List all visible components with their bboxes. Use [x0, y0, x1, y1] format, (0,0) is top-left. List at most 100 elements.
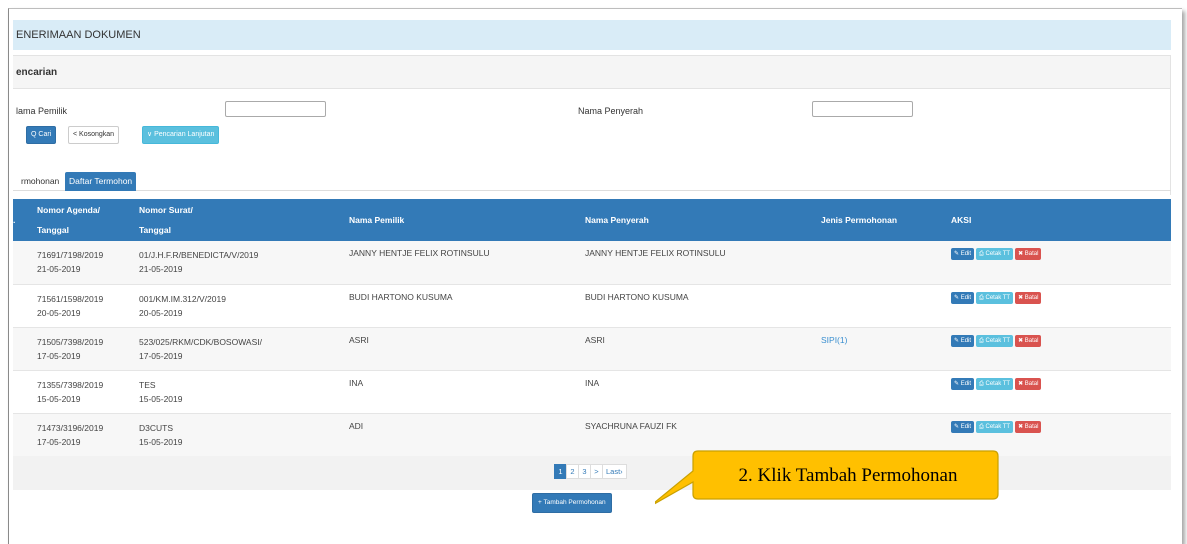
edit-button[interactable]: ✎ Edit — [951, 334, 975, 347]
agenda-cell: 71691/7198/2019 21-05-2019 — [37, 241, 139, 284]
submitter-name-label: Nama Penyerah — [578, 106, 644, 116]
edit-button[interactable]: ✎ Edit — [951, 420, 975, 433]
surat-number: D3CUTS — [139, 422, 174, 433]
callout-text: 2. Klik Tambah Permohonan — [738, 465, 958, 486]
col-header-surat: Nomor Surat/ Tanggal — [139, 199, 349, 241]
surat-number: 523/025/RKM/CDK/BOSOWASI/ — [139, 336, 262, 347]
surat-cell: 01/J.H.F.R/BENEDICTA/V/2019 21-05-2019 — [139, 241, 349, 284]
cancel-button[interactable]: ✖ Batal — [1015, 291, 1042, 304]
cancel-button[interactable]: ✖ Batal — [1015, 377, 1042, 390]
agenda-date: 21-05-2019 — [37, 264, 81, 274]
page-title: ENERIMAAN DOKUMEN — [13, 20, 1171, 50]
agenda-cell: 71473/3196/2019 17-05-2019 — [37, 413, 139, 456]
col-header-agenda-line2: Tanggal — [37, 225, 69, 235]
surat-number: 01/J.H.F.R/BENEDICTA/V/2019 — [139, 250, 259, 260]
jenis-cell — [821, 241, 951, 284]
col-header-jenis: Jenis Permohonan — [821, 215, 898, 225]
col-header-penyerah: Nama Penyerah — [585, 215, 649, 225]
tab-permohonan[interactable]: rmohonan — [17, 172, 63, 191]
table-row: 71355/7398/2019 15-05-2019 TES 15-05-2019 IN… — [13, 370, 1171, 413]
search-button[interactable]: Q Cari — [26, 126, 57, 144]
agenda-cell: 71505/7398/2019 17-05-2019 — [37, 327, 139, 370]
add-permohonan-button[interactable]: + Tambah Permohonan — [532, 493, 612, 513]
agenda-number: 71355/7398/2019 — [37, 379, 104, 390]
advanced-search-button[interactable]: ∨ Pencarian Lanjutan — [142, 126, 220, 144]
print-receipt-button[interactable]: ⎙ Cetak TT — [976, 377, 1014, 390]
table-header-row: . Nomor Agenda/ Tanggal Nomor Surat/ Tan… — [13, 199, 1171, 241]
penyerah-cell: ASRI — [585, 334, 605, 345]
agenda-date: 20-05-2019 — [37, 307, 81, 318]
owner-name-input[interactable] — [225, 101, 326, 117]
actions-cell: ✎ Edit ⎙ Cetak TT ✖ Batal — [951, 284, 1171, 327]
cancel-button[interactable]: ✖ Batal — [1015, 334, 1042, 347]
surat-date: 20-05-2019 — [139, 307, 183, 318]
search-panel-title: encarian — [13, 56, 1170, 89]
pemilik-cell: BUDI HARTONO KUSUMA — [349, 291, 453, 302]
penyerah-cell: INA — [585, 377, 600, 388]
cancel-button[interactable]: ✖ Batal — [1015, 248, 1042, 260]
surat-cell: 523/025/RKM/CDK/BOSOWASI/17-05-2019 — [139, 327, 349, 370]
surat-number: 001/KM.IM.312/V/2019 — [139, 293, 226, 304]
surat-cell: D3CUTS 15-05-2019 — [139, 413, 349, 456]
agenda-date: 17-05-2019 — [37, 436, 81, 447]
col-header-agenda: Nomor Agenda/ Tanggal — [37, 199, 139, 241]
col-header-pemilik: Nama Pemilik — [349, 215, 405, 225]
submitter-name-input[interactable] — [812, 101, 913, 117]
edit-button[interactable]: ✎ Edit — [951, 291, 975, 304]
surat-date: 15-05-2019 — [139, 393, 183, 404]
actions-cell: ✎ Edit ⎙ Cetak TT ✖ Batal — [951, 241, 1171, 284]
agenda-number: 71561/1598/2019 — [37, 293, 104, 304]
agenda-number: 71691/7198/2019 — [37, 250, 104, 260]
tab-bar: rmohonan Daftar Termohon — [13, 172, 1171, 191]
col-header-surat-line1: Nomor Surat/ — [139, 205, 193, 215]
pemilik-cell: INA — [349, 377, 364, 388]
instruction-callout: 2. Klik Tambah Permohonan — [655, 449, 1001, 507]
edit-button[interactable]: ✎ Edit — [951, 248, 975, 260]
row-no-cell — [13, 413, 37, 456]
cancel-button[interactable]: ✖ Batal — [1015, 420, 1042, 433]
print-receipt-button[interactable]: ⎙ Cetak TT — [976, 248, 1014, 260]
row-no-cell — [13, 241, 37, 284]
actions-cell: ✎ Edit ⎙ Cetak TT ✖ Batal — [951, 327, 1171, 370]
tab-daftar-termohon[interactable]: Daftar Termohon — [65, 172, 137, 191]
agenda-cell: 71355/7398/2019 15-05-2019 — [37, 370, 139, 413]
penyerah-cell: JANNY HENTJE FELIX ROTINSULU — [585, 248, 726, 258]
col-header-aksi: AKSI — [951, 215, 972, 225]
agenda-date: 15-05-2019 — [37, 393, 81, 404]
print-receipt-button[interactable]: ⎙ Cetak TT — [976, 291, 1014, 304]
actions-cell: ✎ Edit ⎙ Cetak TT ✖ Batal — [951, 370, 1171, 413]
agenda-cell: 71561/1598/2019 20-05-2019 — [37, 284, 139, 327]
row-no-cell — [13, 284, 37, 327]
table-row: 71691/7198/2019 21-05-2019 01/J.H.F.R/BENE… — [13, 241, 1171, 284]
penyerah-cell: BUDI HARTONO KUSUMA — [585, 291, 689, 302]
col-header-no: . — [13, 215, 16, 225]
surat-cell: TES 15-05-2019 — [139, 370, 349, 413]
owner-name-label: lama Pemilik — [16, 106, 68, 116]
row-no-cell — [13, 370, 37, 413]
edit-button[interactable]: ✎ Edit — [951, 377, 975, 390]
clear-button[interactable]: < Kosongkan — [68, 126, 120, 144]
col-header-surat-line2: Tanggal — [139, 225, 171, 235]
agenda-number: 71473/3196/2019 — [37, 422, 104, 433]
jenis-cell — [821, 370, 951, 413]
surat-date: 15-05-2019 — [139, 436, 183, 447]
jenis-permohonan-link[interactable]: SIPI(1) — [821, 335, 847, 345]
pagination: 1 2 3 > Last› — [554, 464, 627, 479]
surat-date: 17-05-2019 — [139, 350, 183, 361]
jenis-cell — [821, 284, 951, 327]
pemilik-cell: JANNY HENTJE FELIX ROTINSULU — [349, 248, 490, 258]
row-no-cell — [13, 327, 37, 370]
jenis-cell: SIPI(1) — [821, 327, 951, 370]
documents-table: . Nomor Agenda/ Tanggal Nomor Surat/ Tan… — [13, 199, 1171, 457]
col-header-agenda-line1: Nomor Agenda/ — [37, 205, 100, 215]
print-receipt-button[interactable]: ⎙ Cetak TT — [976, 334, 1014, 347]
pemilik-cell: ASRI — [349, 334, 369, 345]
surat-date: 21-05-2019 — [139, 264, 183, 274]
agenda-number: 71505/7398/2019 — [37, 336, 104, 347]
table-row: 71505/7398/2019 17-05-2019 523/025/RKM/CDK… — [13, 327, 1171, 370]
last-page-link[interactable]: Last› — [602, 464, 627, 479]
pemilik-cell: ADI — [349, 420, 364, 431]
agenda-date: 17-05-2019 — [37, 350, 81, 361]
print-receipt-button[interactable]: ⎙ Cetak TT — [976, 420, 1014, 433]
table-row: 71561/1598/2019 20-05-2019 001/KM.IM.312/V… — [13, 284, 1171, 327]
